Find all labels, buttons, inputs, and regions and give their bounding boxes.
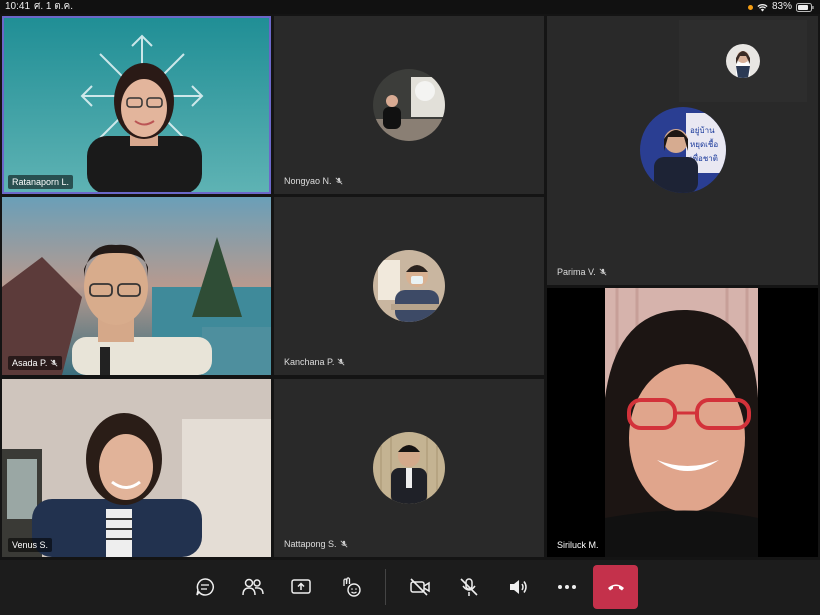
status-date: ศ. 1 ต.ค. [34, 1, 73, 12]
video-tile-venus[interactable]: Venus S. [2, 379, 271, 557]
recording-dot-icon [747, 4, 753, 10]
share-icon [291, 579, 311, 594]
reactions-icon [343, 577, 361, 597]
speaker-button[interactable] [503, 572, 533, 602]
mic-off-icon [337, 358, 345, 366]
hang-up-icon [607, 584, 624, 591]
participants-icon [242, 578, 264, 596]
camera-off-icon [410, 578, 430, 596]
participant-avatar [373, 432, 445, 504]
battery-percent: 83% [771, 1, 792, 12]
venus-video [2, 379, 271, 557]
mic-off-icon [599, 268, 607, 276]
mic-off-icon [335, 177, 343, 185]
mic-toggle-button[interactable] [454, 572, 484, 602]
reactions-button[interactable] [336, 572, 366, 602]
asada-video [2, 197, 271, 375]
chat-button[interactable] [190, 572, 220, 602]
avatar-tile-kanchana[interactable]: Kanchana P. [274, 197, 544, 375]
participant-name-tag: Nongyao N. [284, 176, 343, 186]
hang-up-button[interactable] [593, 565, 638, 609]
participants-button[interactable] [238, 572, 268, 602]
avatar-tile-nattapong[interactable]: Nattapong S. [274, 379, 544, 557]
meeting-stage: Ratanaporn L. Asada P. Venus S. Nongyao … [0, 14, 820, 560]
participant-name-tag: Kanchana P. [284, 357, 345, 367]
participant-avatar: อยู่บ้าน หยุดเชื้อ เพื่อชาติ [639, 107, 726, 193]
status-right: 83% [747, 0, 814, 14]
camera-toggle-button[interactable] [405, 572, 435, 602]
video-tile-asada[interactable]: Asada P. [2, 197, 271, 375]
avatar-tile-parima[interactable]: อยู่บ้าน หยุดเชื้อ เพื่อชาติ Parima V. [547, 16, 818, 285]
participant-name-tag: Asada P. [8, 356, 63, 370]
wifi-icon [757, 3, 768, 12]
mic-off-icon [50, 359, 58, 367]
status-bar: 10:41 ศ. 1 ต.ค. 83% [0, 0, 820, 14]
self-view-avatar [726, 44, 760, 78]
more-options-button[interactable] [552, 572, 582, 602]
participant-name-tag: Siriluck M. [553, 538, 603, 552]
status-time: 10:41 [5, 1, 31, 12]
ratanaporn-video [2, 16, 271, 194]
video-tile-ratanaporn[interactable]: Ratanaporn L. [2, 16, 271, 194]
meeting-toolbar [0, 560, 820, 615]
avatar-tile-nongyao[interactable]: Nongyao N. [274, 16, 544, 194]
mic-off-icon [340, 540, 348, 548]
video-tile-siriluck[interactable]: Siriluck M. [547, 288, 818, 557]
participant-name-tag: Venus S. [8, 538, 53, 552]
mic-off-icon [460, 578, 478, 596]
self-view-panel[interactable] [679, 20, 807, 102]
battery-icon [796, 2, 814, 12]
participant-avatar [373, 250, 445, 322]
more-icon [558, 585, 576, 589]
participant-avatar [373, 69, 445, 141]
chat-icon [196, 578, 214, 596]
svg-text:หยุดเชื้อ: หยุดเชื้อ [690, 138, 718, 149]
share-screen-button[interactable] [286, 572, 316, 602]
participant-name-tag: Parima V. [557, 267, 607, 277]
participant-name-tag: Nattapong S. [284, 539, 348, 549]
toolbar-separator [385, 569, 386, 605]
participant-name-tag: Ratanaporn L. [8, 175, 74, 189]
siriluck-video [547, 288, 818, 557]
svg-text:อยู่บ้าน: อยู่บ้าน [690, 126, 715, 136]
speaker-icon [510, 580, 527, 594]
